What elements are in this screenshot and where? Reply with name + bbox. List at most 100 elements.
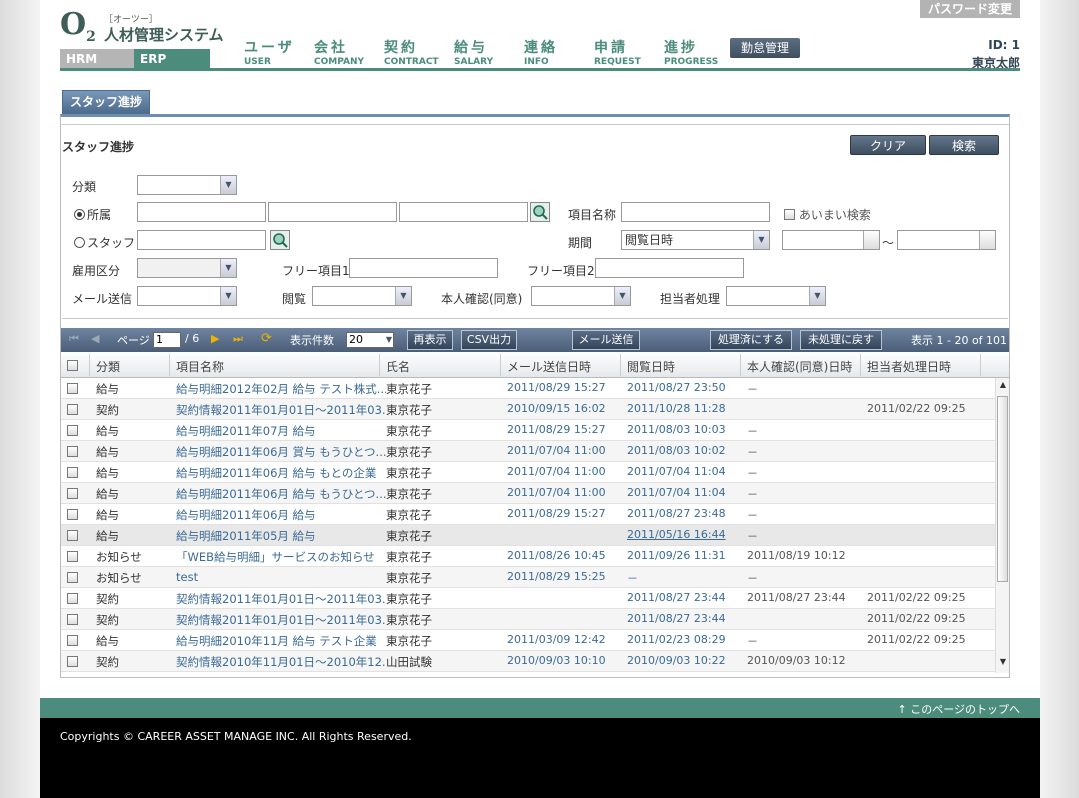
mark-unprocessed-button[interactable]: 未処理に戻す [800,330,882,350]
row-checkbox[interactable] [67,466,78,480]
period-type-select[interactable]: 閲覧日時 ▼ [621,230,770,250]
table-row[interactable]: 給与 給与明細2011年07月 給与 東京花子 2011/08/29 15:27 201… [61,420,995,441]
item-name-input[interactable] [621,202,770,222]
column-header-staff-name[interactable]: 氏名 [386,358,410,375]
affiliation-input-1[interactable] [137,202,266,222]
employment-select[interactable]: ▼ [137,258,237,278]
nav-request[interactable]: 申請 REQUEST [594,40,664,68]
handler-select[interactable]: ▼ [726,286,826,306]
staff-input[interactable] [137,230,266,250]
next-page-icon[interactable]: ▶ [211,332,219,345]
column-header-item-name[interactable]: 項目名称 [176,358,224,375]
page-top-link[interactable]: ↑ このページのトップへ [898,701,1021,717]
column-header-confirmed[interactable]: 本人確認(同意)日時 [747,358,852,375]
nav-salary[interactable]: 給与 SALARY [454,40,524,68]
row-checkbox[interactable] [67,634,78,648]
table-row[interactable]: 給与 給与明細2011年06月 給与 もとの企業 東京花子 2011/07/04 11… [61,462,995,483]
select-all-checkbox[interactable] [67,359,78,373]
cell-item-name[interactable]: 契約情報2010年11月01日～2010年12... [176,654,386,670]
send-mail-button[interactable]: メール送信 [572,330,640,350]
scroll-up-icon[interactable]: ▲ [996,380,1010,394]
scrollbar-thumb[interactable] [997,396,1008,582]
row-checkbox[interactable] [67,550,78,564]
affiliation-input-3[interactable] [399,202,528,222]
cell-item-name[interactable]: 給与明細2011年07月 給与 [176,423,386,439]
clear-button[interactable]: クリア [850,135,926,155]
table-row[interactable]: 契約 契約情報2011年01月01日～2011年03... 東京花子 2010/09/… [61,399,995,420]
csv-export-button[interactable]: CSV出力 [461,330,517,350]
first-page-icon[interactable]: ⏮ [69,332,79,346]
category-select[interactable]: ▼ [137,175,237,195]
nav-progress[interactable]: 進捗 PROGRESS [664,40,734,68]
system-tab-hrm[interactable]: HRM [60,49,134,69]
nav-company[interactable]: 会社 COMPANY [314,40,384,68]
search-button[interactable]: 検索 [929,135,999,155]
last-page-icon[interactable]: ⏭ [233,332,243,346]
column-header-category[interactable]: 分類 [96,358,120,375]
cell-item-name[interactable]: 給与明細2012年02月 給与 テスト株式... [176,381,386,397]
table-row[interactable]: 給与 給与明細2011年06月 賞与 もうひとつ... 東京花子 2011/07/04… [61,441,995,462]
password-change-button[interactable]: パスワード変更 [920,0,1020,18]
calendar-icon[interactable] [863,231,879,249]
row-checkbox[interactable] [67,529,78,543]
staff-radio[interactable]: スタッフ [74,234,135,251]
column-header-mail-sent[interactable]: メール送信日時 [507,358,591,375]
row-checkbox[interactable] [67,613,78,627]
calendar-icon[interactable] [979,231,995,249]
nav-user[interactable]: ユーザ USER [244,40,314,68]
confirm-select[interactable]: ▼ [531,286,631,306]
affiliation-search-icon[interactable] [530,202,550,222]
cell-item-name[interactable]: 給与明細2011年06月 賞与 もうひとつ... [176,444,386,460]
mark-processed-button[interactable]: 処理済にする [710,330,792,350]
system-tab-erp[interactable]: ERP [134,49,210,69]
row-checkbox[interactable] [67,592,78,606]
table-row[interactable]: お知らせ test 東京花子 2011/08/29 15:25 － － [61,567,995,588]
cell-item-name[interactable]: 契約情報2011年01月01日～2011年03... [176,402,386,418]
prev-page-icon[interactable]: ◀ [91,332,99,345]
table-row[interactable]: 給与 給与明細2010年11月 給与 テスト企業 東京花子 2011/03/09 12… [61,630,995,651]
table-scrollbar[interactable]: ▲ ▼ [995,378,1009,673]
tab-staff-progress[interactable]: スタッフ進捗 [62,90,150,114]
count-select[interactable]: 20 ▼ [346,332,394,348]
cell-item-name[interactable]: 給与明細2010年11月 給与 テスト企業 [176,633,386,649]
table-row[interactable]: 契約 契約情報2011年01月01日～2011年03... 東京花子 2011/08/… [61,609,995,630]
free-item1-input[interactable] [349,258,498,278]
affiliation-radio[interactable]: 所属 [74,206,111,223]
column-header-viewed[interactable]: 閲覧日時 [627,358,675,375]
cell-viewed[interactable]: 2011/05/16 16:44 [627,528,726,541]
table-row[interactable]: お知らせ 「WEB給与明細」サービスのお知らせ 東京花子 2011/08/26 10:… [61,546,995,567]
cell-item-name[interactable]: 給与明細2011年06月 給与 もうひとつ... [176,486,386,502]
period-start-input[interactable] [782,230,880,250]
cell-item-name[interactable]: 「WEB給与明細」サービスのお知らせ [176,549,386,565]
row-checkbox[interactable] [67,508,78,522]
cell-item-name[interactable]: 契約情報2011年01月01日～2011年03... [176,591,386,607]
table-row[interactable]: 給与 給与明細2011年06月 給与 もうひとつ... 東京花子 2011/07/04… [61,483,995,504]
staff-search-icon[interactable] [270,230,290,250]
table-row[interactable]: 契約 契約情報2010年11月01日～2010年12... 山田試験 2010/09/… [61,651,995,672]
refresh-button[interactable]: 再表示 [407,330,453,350]
nav-info[interactable]: 連絡 INFO [524,40,594,68]
row-checkbox[interactable] [67,424,78,438]
page-input[interactable]: 1 [153,332,181,348]
view-select[interactable]: ▼ [312,286,412,306]
table-row[interactable]: 給与 給与明細2011年05月 給与 東京花子 2011/05/16 16:44 － [61,525,995,546]
row-checkbox[interactable] [67,403,78,417]
affiliation-input-2[interactable] [268,202,397,222]
cell-item-name[interactable]: 契約情報2011年01月01日～2011年03... [176,612,386,628]
period-end-input[interactable] [897,230,996,250]
row-checkbox[interactable] [67,571,78,585]
refresh-icon[interactable]: ⟳ [261,331,272,346]
row-checkbox[interactable] [67,487,78,501]
cell-item-name[interactable]: 給与明細2011年06月 給与 もとの企業 [176,465,386,481]
cell-item-name[interactable]: 給与明細2011年06月 給与 [176,507,386,523]
attendance-button[interactable]: 勤怠管理 [730,38,800,58]
fuzzy-search-checkbox[interactable]: あいまい検索 [784,206,871,223]
row-checkbox[interactable] [67,382,78,396]
table-row[interactable]: 給与 給与明細2011年06月 給与 東京花子 2011/08/29 15:27 201… [61,504,995,525]
cell-item-name[interactable]: 給与明細2011年05月 給与 [176,528,386,544]
column-header-processed[interactable]: 担当者処理日時 [867,358,951,375]
row-checkbox[interactable] [67,445,78,459]
mail-select[interactable]: ▼ [137,286,237,306]
cell-item-name[interactable]: test [176,570,386,584]
table-row[interactable]: 契約 契約情報2011年01月01日～2011年03... 東京花子 2011/08/… [61,588,995,609]
